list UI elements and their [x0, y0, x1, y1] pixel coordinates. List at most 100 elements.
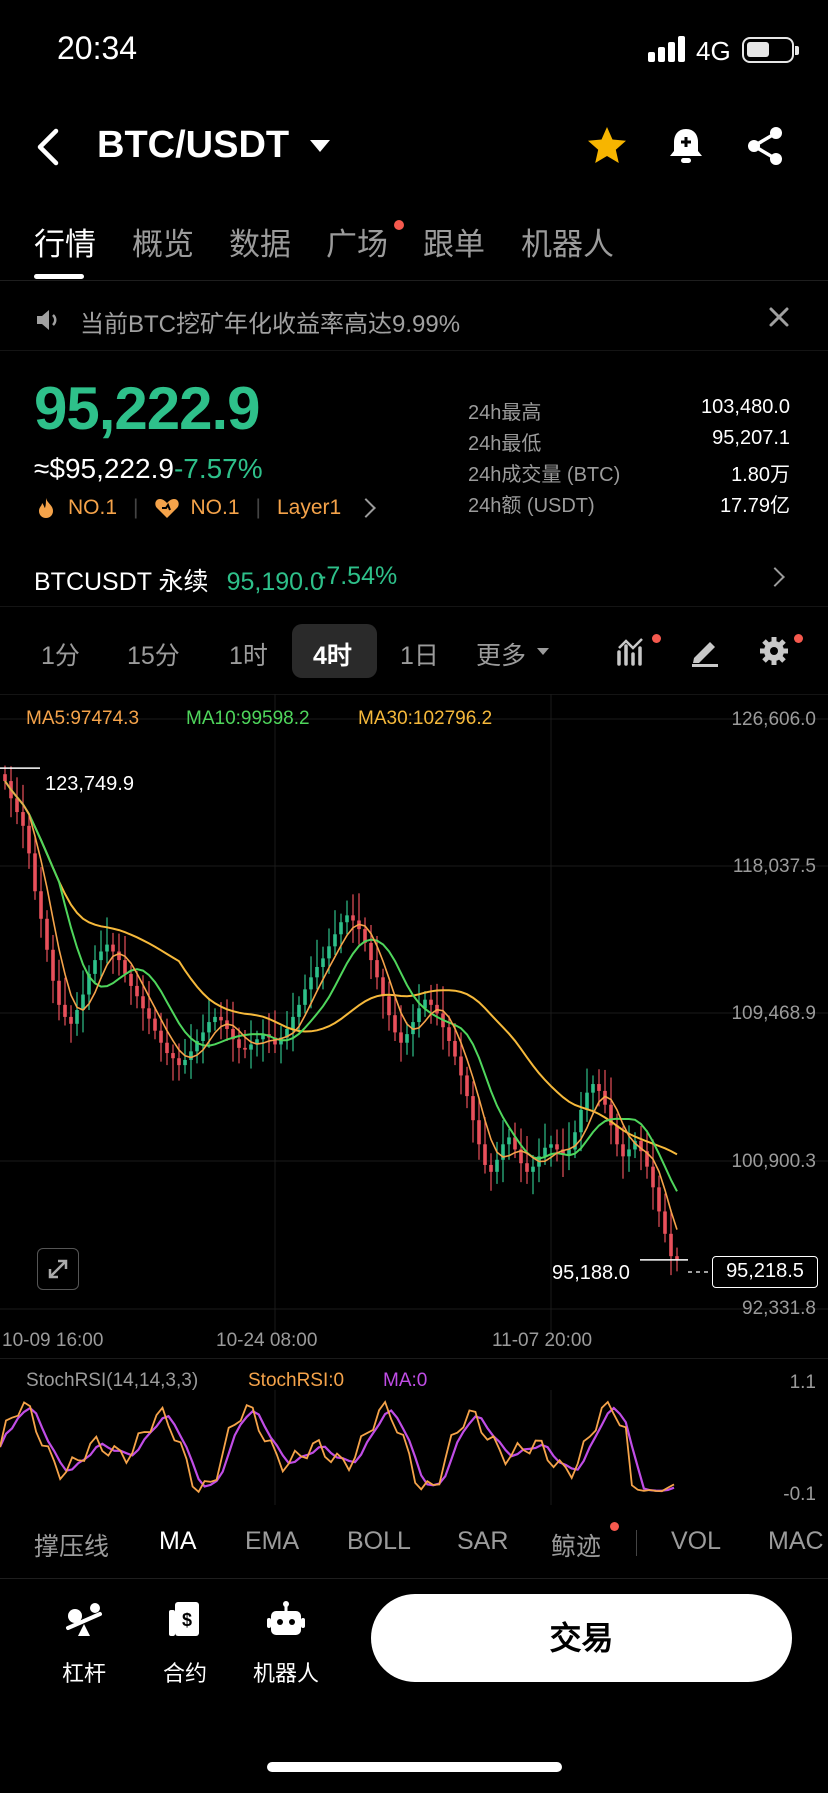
divider: [0, 1358, 828, 1359]
nav-leverage[interactable]: 杠杆: [44, 1598, 124, 1688]
notification-dot: [610, 1522, 619, 1531]
indicator-boll[interactable]: BOLL: [347, 1527, 411, 1556]
share-icon[interactable]: [743, 124, 787, 168]
candle-body: [567, 1149, 571, 1155]
stat-label-low: 24h最低: [468, 433, 542, 455]
divider: [0, 350, 828, 351]
candle-body: [375, 960, 379, 978]
tab-copy-trading[interactable]: 跟单: [423, 219, 485, 264]
indicator-whale[interactable]: 鲸迹: [551, 1527, 601, 1563]
tab-market[interactable]: 行情: [34, 219, 96, 264]
pair-title[interactable]: BTC/USDT: [97, 124, 289, 167]
time-axis-label: 10-24 08:00: [216, 1330, 318, 1351]
price-axis-label: 100,900.3: [731, 1151, 816, 1172]
nav-leverage-label: 杠杆: [61, 1661, 106, 1686]
price-change-percent: -7.57%: [173, 453, 263, 484]
battery-icon: [742, 37, 799, 63]
candle-body: [525, 1163, 529, 1172]
indicator-vol[interactable]: VOL: [671, 1527, 721, 1556]
pair-dropdown-icon[interactable]: [310, 140, 330, 152]
indicator-chart-icon[interactable]: [616, 634, 650, 668]
perp-change: -7.54%: [318, 562, 398, 590]
stoch-ma-legend: MA:0: [383, 1370, 428, 1391]
candle-body: [309, 977, 313, 990]
tab-square[interactable]: 广场: [326, 219, 388, 264]
candle-body: [657, 1187, 661, 1212]
flame-icon: [39, 498, 53, 518]
rank-favorite: NO.1: [190, 496, 240, 519]
tab-overview[interactable]: 概览: [132, 219, 194, 264]
svg-text:$: $: [182, 1610, 192, 1630]
candle-body: [627, 1149, 631, 1157]
candle-body: [165, 1042, 169, 1054]
timeframe-4h[interactable]: 4时: [313, 636, 352, 672]
candle-body: [27, 825, 31, 854]
indicator-macd[interactable]: MAC: [768, 1527, 824, 1556]
stat-value-high: 103,480.0: [701, 396, 790, 418]
candle-body: [471, 1096, 475, 1121]
candle-body: [135, 985, 139, 997]
chevron-right-icon[interactable]: [765, 567, 785, 587]
perpetual-row[interactable]: BTCUSDT 永续 95,190.0: [34, 562, 324, 598]
low-marker-label: 95,188.0: [552, 1262, 630, 1284]
fullscreen-expand-icon[interactable]: [37, 1248, 79, 1290]
candle-body: [189, 1051, 193, 1060]
candle-body: [63, 1004, 67, 1017]
notice-text[interactable]: 当前BTC挖矿年化收益率高达9.99%: [80, 304, 460, 339]
draw-pen-icon[interactable]: [688, 634, 722, 668]
notification-dot: [652, 634, 661, 643]
current-price-tag: 95,218.5: [712, 1256, 818, 1288]
timeframe-1h[interactable]: 1时: [229, 636, 268, 672]
candle-body: [99, 951, 103, 961]
price-axis-label: 126,606.0: [731, 709, 816, 730]
rank-tags[interactable]: NO.1 | NO.1 | Layer1: [34, 496, 377, 520]
separator: [636, 1530, 637, 1556]
stat-label-turnover: 24h额 (USDT): [468, 495, 595, 517]
indicator-support-resistance[interactable]: 撑压线: [34, 1527, 109, 1563]
timeframe-more[interactable]: 更多: [476, 636, 526, 672]
status-time: 20:34: [57, 30, 138, 66]
separator: |: [255, 496, 261, 519]
favorite-star-icon[interactable]: [585, 124, 629, 168]
trade-button[interactable]: 交易: [371, 1594, 792, 1682]
timeframe-1m[interactable]: 1分: [41, 636, 80, 672]
perp-name: BTCUSDT 永续: [34, 568, 209, 596]
candle-body: [339, 922, 343, 935]
candle-body: [21, 812, 25, 826]
candle-body: [129, 973, 133, 986]
robot-icon: [267, 1601, 305, 1635]
candle-body: [33, 853, 37, 892]
timeframe-1d[interactable]: 1日: [400, 636, 439, 672]
candle-body: [291, 1016, 295, 1029]
timeframe-15m[interactable]: 15分: [127, 636, 180, 672]
nav-robot[interactable]: 机器人: [246, 1598, 326, 1688]
stoch-k-line: [0, 1400, 675, 1494]
back-arrow-icon[interactable]: [34, 127, 64, 167]
tab-bots[interactable]: 机器人: [521, 219, 614, 264]
high-marker-label: 123,749.9: [45, 773, 134, 795]
candle-body: [579, 1109, 583, 1133]
price-axis-label: 118,037.5: [732, 856, 816, 877]
candle-body: [615, 1125, 619, 1145]
stat-value-turnover: 17.79亿: [719, 495, 790, 517]
price-alert-bell-icon[interactable]: [664, 124, 708, 168]
heart-rank-icon: [155, 499, 180, 518]
indicator-ema[interactable]: EMA: [245, 1527, 299, 1556]
candle-body: [171, 1053, 175, 1059]
candle-body: [591, 1084, 595, 1093]
candle-body: [207, 1022, 211, 1033]
indicator-ma[interactable]: MA: [159, 1527, 197, 1556]
indicator-sar[interactable]: SAR: [457, 1527, 508, 1556]
candle-body: [381, 977, 385, 997]
stoch-title: StochRSI(14,14,3,3): [26, 1370, 199, 1391]
nav-contract[interactable]: $ 合约: [145, 1598, 225, 1688]
price-axis-label: 92,331.8: [742, 1298, 816, 1319]
candle-body: [351, 915, 355, 921]
divider: [0, 280, 828, 281]
settings-gear-icon[interactable]: [757, 634, 791, 668]
candle-body: [585, 1092, 589, 1110]
fiat-price-line: ≈$95,222.9-7.57%: [34, 453, 263, 485]
tab-data[interactable]: 数据: [229, 219, 291, 264]
leverage-icon: [66, 1603, 102, 1636]
close-notice-icon[interactable]: [766, 304, 792, 330]
